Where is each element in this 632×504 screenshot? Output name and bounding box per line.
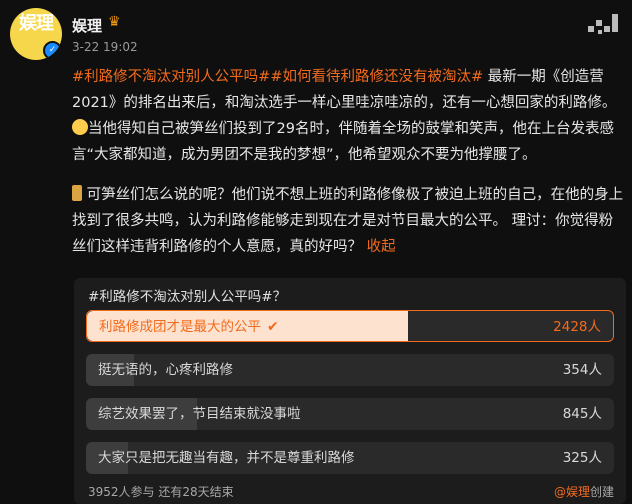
username[interactable]: 娱理 [72,15,102,36]
post-paragraph-1: #利路修不淘汰对别人公平吗##如何看待利路修还没有被淘汰# 最新一期《创造营20… [72,64,624,168]
poll-option-4-label: 大家只是把无趣当有趣，并不是尊重利路修 [98,450,355,466]
poll-footer-stats: 3952人参与 还有28天结束 [88,485,234,499]
poll-option-2[interactable]: 挺无语的，心疼利路修 354人 [86,354,614,386]
candle-icon [72,185,82,201]
poll-option-3-label: 综艺效果罢了，节目结束就没事啦 [98,406,301,422]
post-text-3: 可笋丝们怎么说的呢？他们说不想上班的利路修像极了被迫上班的自己，在他的身上找到了… [72,187,624,255]
avatar-logo-text: 娱理 [19,13,54,34]
poll-option-4[interactable]: 大家只是把无趣当有趣，并不是尊重利路修 325人 [86,442,614,474]
poll-option-1-label: 利路修成团才是最大的公平 ✔ [99,319,279,335]
poll-creator: @娱理创建 [554,483,614,500]
poll-creator-suffix: 创建 [589,485,614,499]
poll-card: #利路修不淘汰对别人公平吗#？ 利路修成团才是最大的公平 ✔ 2428人 挺无语的… [74,278,626,504]
hashtag-link-2[interactable]: #如何看待利路修还没有被淘汰# [270,69,483,85]
qr-code-icon[interactable] [586,12,620,36]
check-icon: ✔ [267,319,279,335]
post-timestamp[interactable]: 3-22 19:02 [72,40,138,54]
post-text-2: 当他得知自己被笋丝们投到了29名时，伴随着全场的鼓掌和笑声，他在上台发表感言“大… [72,121,614,163]
poll-option-1-count: 2428人 [553,319,601,335]
poll-option-2-label: 挺无语的，心疼利路修 [98,362,233,378]
laugh-icon [72,119,88,135]
poll-option-1[interactable]: 利路修成团才是最大的公平 ✔ 2428人 [86,310,614,342]
post-paragraph-2: 可笋丝们怎么说的呢？他们说不想上班的利路修像极了被迫上班的自己，在他的身上找到了… [72,182,624,260]
crown-icon: ♛ [108,14,121,30]
verified-badge-icon: ✓ [43,41,62,60]
poll-creator-link[interactable]: @娱理 [554,485,590,499]
collapse-link[interactable]: 收起 [367,239,396,255]
poll-option-3[interactable]: 综艺效果罢了，节目结束就没事啦 845人 [86,398,614,430]
poll-question: #利路修不淘汰对别人公平吗#？ [88,289,287,305]
post-body: #利路修不淘汰对别人公平吗##如何看待利路修还没有被淘汰# 最新一期《创造营20… [72,64,624,260]
hashtag-link-1[interactable]: #利路修不淘汰对别人公平吗# [72,69,270,85]
avatar[interactable]: 娱理 ✓ [10,8,62,60]
poll-option-3-count: 845人 [562,406,602,422]
poll-option-2-count: 354人 [562,362,602,378]
poll-option-4-count: 325人 [562,450,602,466]
